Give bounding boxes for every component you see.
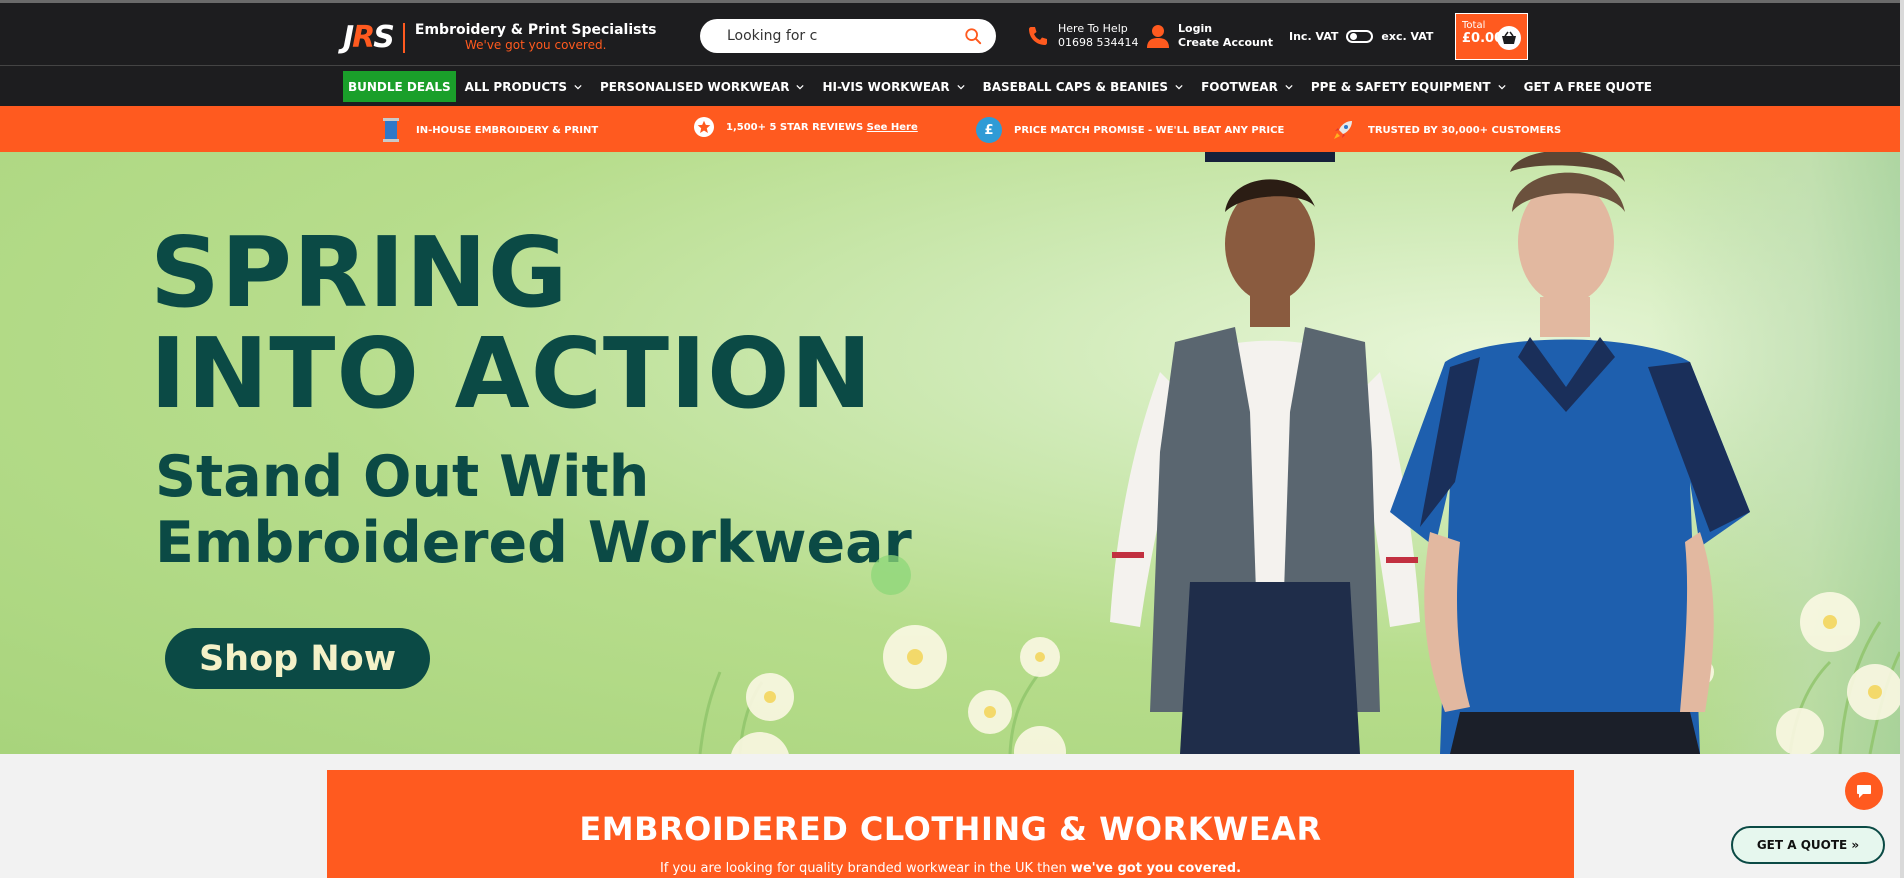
chat-icon	[1857, 784, 1871, 798]
hero-sub-line2: Embroidered Workwear	[155, 510, 912, 576]
exc-vat-label: exc. VAT	[1381, 30, 1434, 43]
chevron-down-icon	[1285, 84, 1293, 89]
usp-trusted-text: TRUSTED BY 30,000+ CUSTOMERS	[1368, 124, 1562, 136]
scrollbar[interactable]	[1900, 0, 1904, 878]
nav-item-baseball-caps-beanies[interactable]: BASEBALL CAPS & BEANIES	[974, 71, 1193, 102]
nav-item-hi-vis-workwear[interactable]: HI-VIS WORKWEAR	[813, 71, 973, 102]
star-icon	[694, 117, 714, 137]
get-a-quote-button[interactable]: GET A QUOTE »	[1731, 826, 1885, 864]
model-right	[1390, 152, 1750, 754]
nav-item-get-a-free-quote[interactable]: GET A FREE QUOTE	[1515, 71, 1661, 102]
hero-headline-line1: SPRING	[150, 216, 569, 329]
cart-button[interactable]: Total £0.00	[1455, 13, 1528, 60]
vat-toggle-group: Inc. VAT exc. VAT	[1289, 30, 1433, 43]
model-left	[1110, 152, 1420, 754]
search-bar	[700, 19, 996, 53]
shop-now-button[interactable]: Shop Now	[165, 628, 430, 689]
basket-icon	[1497, 26, 1521, 50]
usp-price-match-text: PRICE MATCH PROMISE - WE'LL BEAT ANY PRI…	[1014, 124, 1285, 136]
chevron-down-icon	[1175, 84, 1183, 89]
chevron-down-icon	[574, 84, 582, 89]
thread-spool-icon	[378, 117, 404, 143]
nav-item-all-products[interactable]: ALL PRODUCTS	[456, 71, 591, 102]
phone-icon	[1029, 27, 1047, 45]
nav-item-label: GET A FREE QUOTE	[1523, 79, 1653, 94]
nav-item-label: HI-VIS WORKWEAR	[822, 79, 950, 94]
hero-headline-line2: INTO ACTION	[150, 317, 873, 430]
search-icon[interactable]	[964, 27, 982, 45]
nav-item-ppe-safety-equipment[interactable]: PPE & SAFETY EQUIPMENT	[1302, 71, 1515, 102]
nav-item-label: ALL PRODUCTS	[464, 79, 567, 94]
section-text-bold: we've got you covered.	[1070, 861, 1242, 876]
usp-embroidery-text: IN-HOUSE EMBROIDERY & PRINT	[416, 124, 599, 136]
account-text: Login Create Account	[1178, 22, 1273, 50]
help-text: Here To Help 01698 534414	[1058, 22, 1138, 50]
usp-price-match: £ PRICE MATCH PROMISE - WE'LL BEAT ANY P…	[976, 117, 1284, 143]
usp-embroidery: IN-HOUSE EMBROIDERY & PRINT	[378, 117, 598, 143]
chat-button[interactable]	[1845, 772, 1883, 810]
nav-items: BUNDLE DEALS ALL PRODUCTS PERSONALISED WOR…	[343, 71, 1661, 102]
help-label: Here To Help	[1058, 22, 1128, 35]
nav-item-label: PERSONALISED WORKWEAR	[600, 79, 790, 94]
nav-item-label: FOOTWEAR	[1201, 79, 1278, 94]
logo-title: Embroidery & Print Specialists	[414, 21, 657, 38]
vat-toggle[interactable]	[1346, 30, 1374, 43]
chevron-down-icon	[1497, 84, 1506, 89]
site-logo[interactable]: JRS Embroidery & Print Specialists We've…	[343, 20, 657, 55]
hero-banner[interactable]: SPRING INTO ACTION Stand Out With Embroi…	[0, 152, 1904, 754]
site-header: JRS Embroidery & Print Specialists We've…	[0, 0, 1904, 65]
hero-decor-dot	[871, 555, 911, 595]
search-input[interactable]	[727, 28, 947, 44]
nav-item-bundle-deals[interactable]: BUNDLE DEALS	[343, 71, 456, 102]
logo-divider	[402, 22, 405, 53]
nav-item-label: PPE & SAFETY EQUIPMENT	[1310, 79, 1491, 94]
section-title: EMBROIDERED CLOTHING & WORKWEAR	[579, 810, 1322, 848]
logo-text: Embroidery & Print Specialists We've got…	[414, 21, 657, 53]
usp-reviews-label: 1,500+ 5 STAR REVIEWS	[726, 121, 867, 133]
account-links: Login Create Account	[1146, 22, 1273, 50]
usp-reviews: 1,500+ 5 STAR REVIEWS See Here	[694, 117, 918, 137]
usp-bar: IN-HOUSE EMBROIDERY & PRINT 1,500+ 5 STA…	[0, 106, 1904, 152]
user-icon	[1147, 25, 1169, 48]
rocket-icon	[1330, 117, 1356, 143]
nav-item-label: BASEBALL CAPS & BEANIES	[982, 79, 1169, 94]
inc-vat-label: Inc. VAT	[1289, 30, 1339, 43]
hero-subheadline: Stand Out With Embroidered Workwear	[155, 444, 912, 576]
nav-item-label: BUNDLE DEALS	[348, 79, 451, 94]
logo-tagline: We've got you covered.	[464, 37, 607, 52]
usp-reviews-text: 1,500+ 5 STAR REVIEWS See Here	[726, 122, 918, 133]
main-nav: BUNDLE DEALS ALL PRODUCTS PERSONALISED WOR…	[0, 65, 1904, 106]
login-link[interactable]: Login	[1178, 22, 1273, 36]
intro-section: EMBROIDERED CLOTHING & WORKWEAR If you a…	[327, 770, 1574, 878]
usp-trusted: TRUSTED BY 30,000+ CUSTOMERS	[1330, 117, 1561, 143]
nav-item-footwear[interactable]: FOOTWEAR	[1192, 71, 1302, 102]
help-phone[interactable]: Here To Help 01698 534414	[1026, 22, 1138, 50]
hero-headline: SPRING INTO ACTION	[150, 222, 873, 424]
pound-icon: £	[976, 117, 1002, 143]
logo-mark: JRS	[343, 20, 395, 55]
see-here-link[interactable]: See Here	[867, 122, 918, 133]
chevron-down-icon	[796, 84, 805, 89]
create-account-link[interactable]: Create Account	[1178, 36, 1273, 50]
nav-item-personalised-workwear[interactable]: PERSONALISED WORKWEAR	[591, 71, 813, 102]
section-text-main: If you are looking for quality branded w…	[659, 861, 1071, 876]
section-text: If you are looking for quality branded w…	[327, 861, 1574, 876]
chevron-down-icon	[956, 84, 965, 89]
hero-sub-line1: Stand Out With	[155, 444, 650, 510]
help-phone-number[interactable]: 01698 534414	[1058, 36, 1138, 50]
